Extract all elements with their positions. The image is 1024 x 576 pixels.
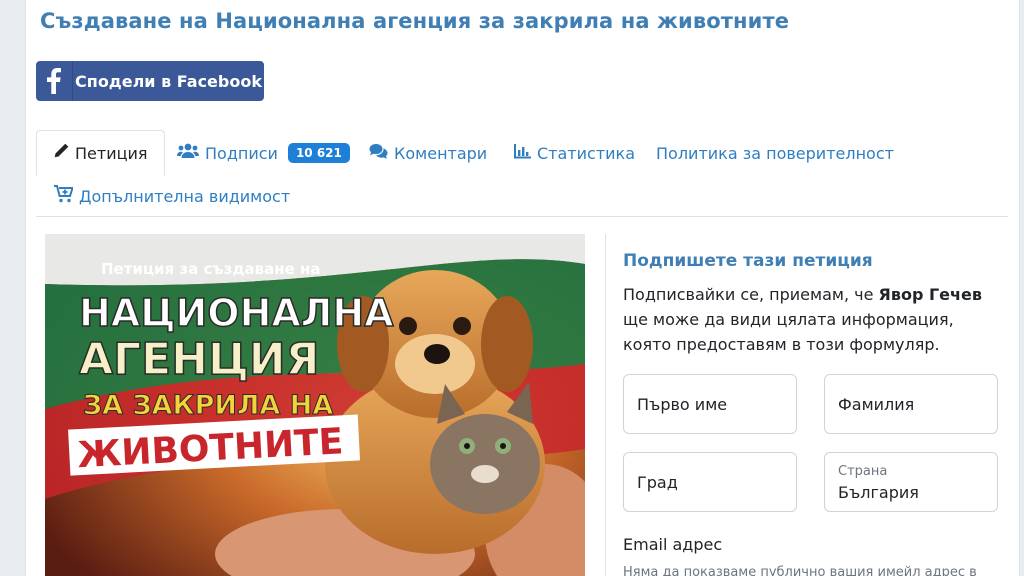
cart-plus-icon [54,185,74,207]
tab-petition[interactable]: Петиция [36,130,165,176]
first-name-placeholder: Първо име [637,395,728,414]
intro-text-rest: ще може да види цялата информация, която… [623,310,954,354]
content-divider [605,234,606,576]
page-title: Създаване на Национална агенция за закри… [40,9,790,33]
tab-privacy-policy[interactable]: Политика за поверителност [656,130,894,176]
tab-signatures[interactable]: Подписи 10 621 [177,130,350,176]
last-name-field[interactable]: Фамилия [824,374,998,434]
users-icon [177,143,199,163]
country-value: България [838,483,919,502]
city-field[interactable]: Град [623,452,797,512]
last-name-placeholder: Фамилия [838,395,915,414]
tab-petition-label: Петиция [75,143,148,163]
tabs-divider [36,216,1008,217]
sign-form-intro: Подписвайки се, приемам, че Явор Гечев щ… [623,282,993,357]
first-name-field[interactable]: Първо име [623,374,797,434]
facebook-icon [36,61,73,101]
signatures-count-badge: 10 621 [287,143,350,163]
bar-chart-icon [514,143,531,163]
email-privacy-note: Няма да показваме публично вашия имейл а… [623,565,977,576]
tab-extra-visibility-label: Допълнителна видимост [79,186,291,206]
page-container: Създаване на Национална агенция за закри… [25,0,1020,576]
tab-statistics-label: Статистика [537,143,635,163]
tab-comments[interactable]: Коментари [369,130,487,176]
hero-line-2: АГЕНЦИЯ [79,334,320,385]
intro-text: Подписвайки се, приемам, че [623,285,879,304]
comments-icon [369,143,388,163]
tab-statistics[interactable]: Статистика [514,130,635,176]
country-label: Страна [838,464,888,479]
sign-form-title: Подпишете тази петиция [623,251,873,271]
hero-line-1: НАЦИОНАЛНА [79,291,394,335]
email-label: Email адрес [623,535,723,554]
petition-author-name: Явор Гечев [878,285,982,304]
tab-comments-label: Коментари [394,143,488,163]
tab-extra-visibility[interactable]: Допълнителна видимост [54,175,290,217]
tab-privacy-policy-label: Политика за поверителност [656,143,894,163]
hero-subtitle: Петиция за създаване на [101,260,320,278]
share-facebook-label: Сподели в Facebook [75,71,262,91]
pencil-icon [53,143,69,163]
hero-line-3: ЗА ЗАКРИЛА НА [83,390,333,421]
share-facebook-button[interactable]: Сподели в Facebook [36,61,264,101]
petition-hero-image: Петиция за създаване на НАЦИОНАЛНА АГЕНЦ… [45,234,585,576]
tab-signatures-label: Подписи [205,143,278,163]
city-placeholder: Град [637,473,678,492]
country-select[interactable]: Страна България [824,452,998,512]
